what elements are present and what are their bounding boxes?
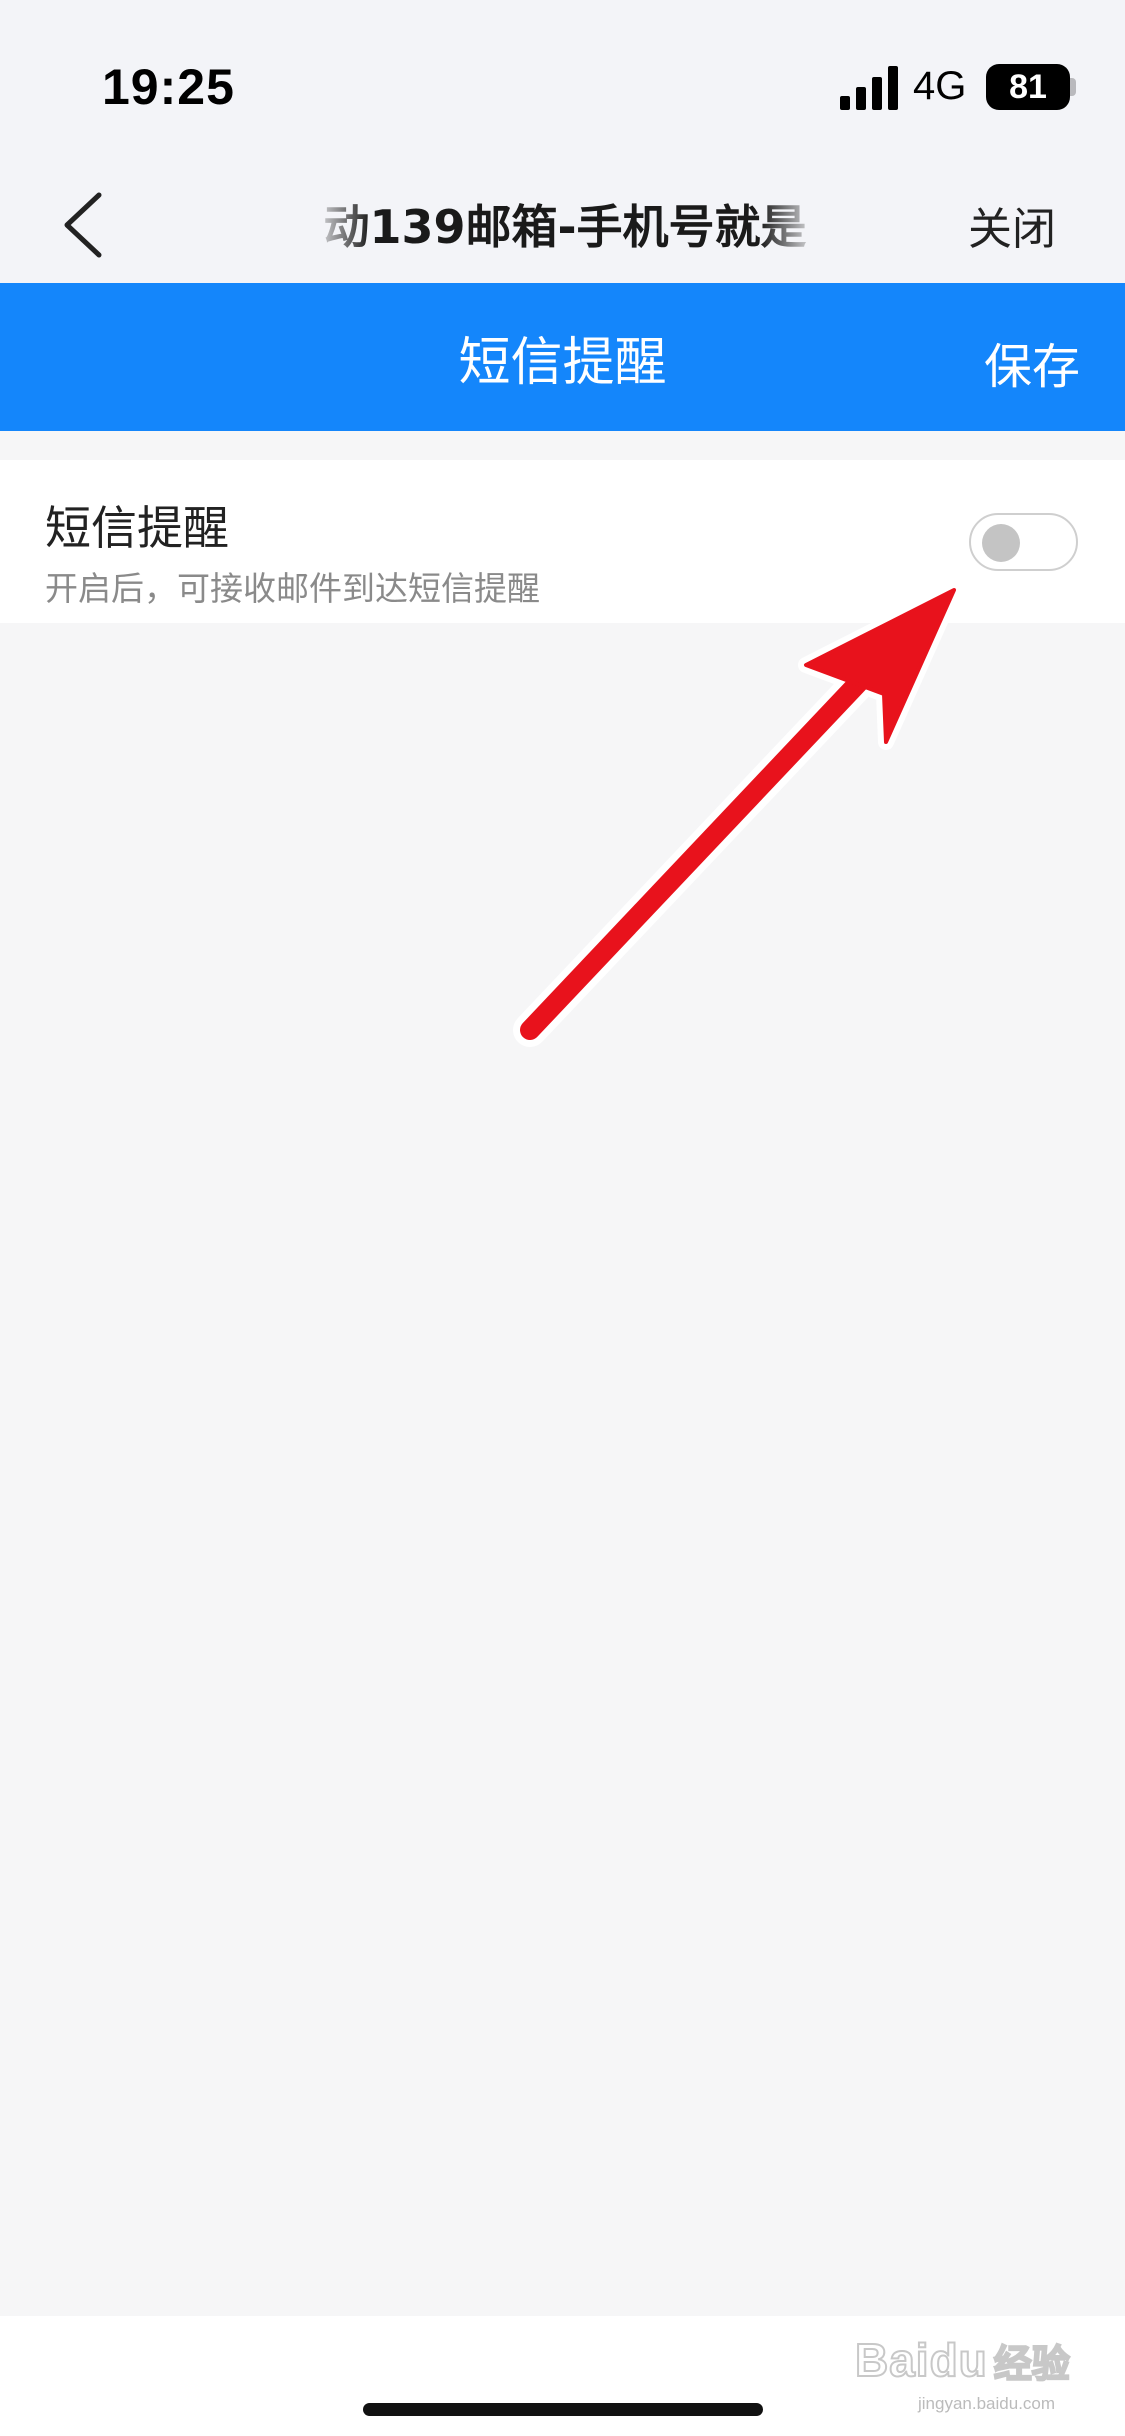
baidu-watermark: Baidu 经验	[854, 2330, 1095, 2390]
nav-title: 动139邮箱-手机号就是	[323, 200, 807, 254]
signal-icon	[840, 66, 898, 110]
close-button[interactable]: 关闭	[968, 193, 1056, 257]
arrow-outline	[513, 582, 962, 1047]
watermark-domain: jingyan.baidu.com	[918, 2394, 1056, 2413]
nav-title-fade-left	[300, 165, 370, 283]
battery-icon: 81	[986, 64, 1070, 110]
watermark-text: 经验	[993, 2341, 1071, 2387]
sms-reminder-setting-row: 短信提醒 开启后，可接收邮件到达短信提醒	[0, 460, 1125, 623]
nav-title-container: 动139邮箱-手机号就是	[300, 165, 830, 283]
chevron-left-icon[interactable]	[55, 185, 115, 265]
status-time: 19:25	[102, 59, 235, 115]
watermark-logo: Baidu	[854, 2333, 988, 2387]
save-button[interactable]: 保存	[984, 327, 1080, 397]
network-type: 4G	[913, 64, 967, 108]
home-indicator[interactable]	[363, 2403, 763, 2416]
page-header: 短信提醒 保存	[0, 283, 1125, 431]
status-bar: 19:25 4G 81	[0, 0, 1125, 165]
battery-nub	[1070, 78, 1076, 96]
nav-bar: 动139邮箱-手机号就是 关闭	[0, 165, 1125, 283]
nav-title-fade-right	[760, 165, 830, 283]
battery-level: 81	[1009, 67, 1047, 106]
page-title: 短信提醒	[458, 332, 667, 393]
toggle-knob	[982, 524, 1020, 562]
sms-reminder-toggle[interactable]	[969, 513, 1078, 571]
arrow-body	[520, 588, 956, 1040]
setting-description: 开启后，可接收邮件到达短信提醒	[45, 569, 540, 608]
bottom-area: Baidu 经验 jingyan.baidu.com	[0, 2316, 1125, 2436]
setting-title: 短信提醒	[45, 501, 229, 555]
